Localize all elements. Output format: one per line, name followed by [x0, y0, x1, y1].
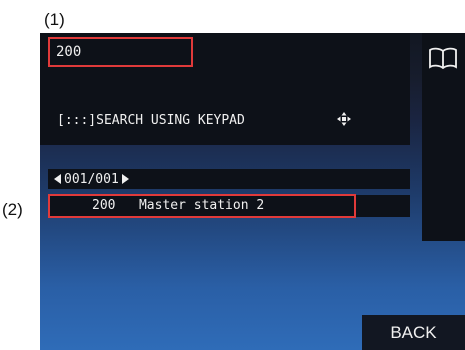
result-number: 200 [92, 198, 116, 213]
arrow-right-icon[interactable] [121, 174, 129, 184]
back-button-label: BACK [390, 322, 437, 342]
result-name: Master station 2 [138, 198, 265, 213]
number-input-field[interactable]: 200 [48, 37, 193, 67]
device-screen: 200 [:::]SEARCH USING KEYPAD 001/001 200… [40, 33, 465, 350]
arrow-left-icon[interactable] [54, 174, 61, 184]
input-panel: 200 [:::]SEARCH USING KEYPAD [40, 33, 410, 145]
book-icon[interactable] [428, 47, 458, 69]
move-icon [337, 112, 351, 126]
back-button[interactable]: BACK [362, 315, 465, 350]
pager-text: 001/001 [64, 171, 119, 187]
number-input-value: 200 [56, 44, 82, 60]
search-using-keypad[interactable]: [:::]SEARCH USING KEYPAD [57, 105, 407, 135]
search-label: [:::]SEARCH USING KEYPAD [57, 112, 245, 128]
side-panel [422, 33, 465, 241]
pager: 001/001 [48, 169, 410, 189]
callout-label-2: (2) [2, 200, 23, 219]
result-entry: 200 Master station 2 [92, 195, 264, 217]
callout-label-1: (1) [44, 10, 65, 29]
result-row[interactable]: 200 Master station 2 [48, 194, 410, 218]
